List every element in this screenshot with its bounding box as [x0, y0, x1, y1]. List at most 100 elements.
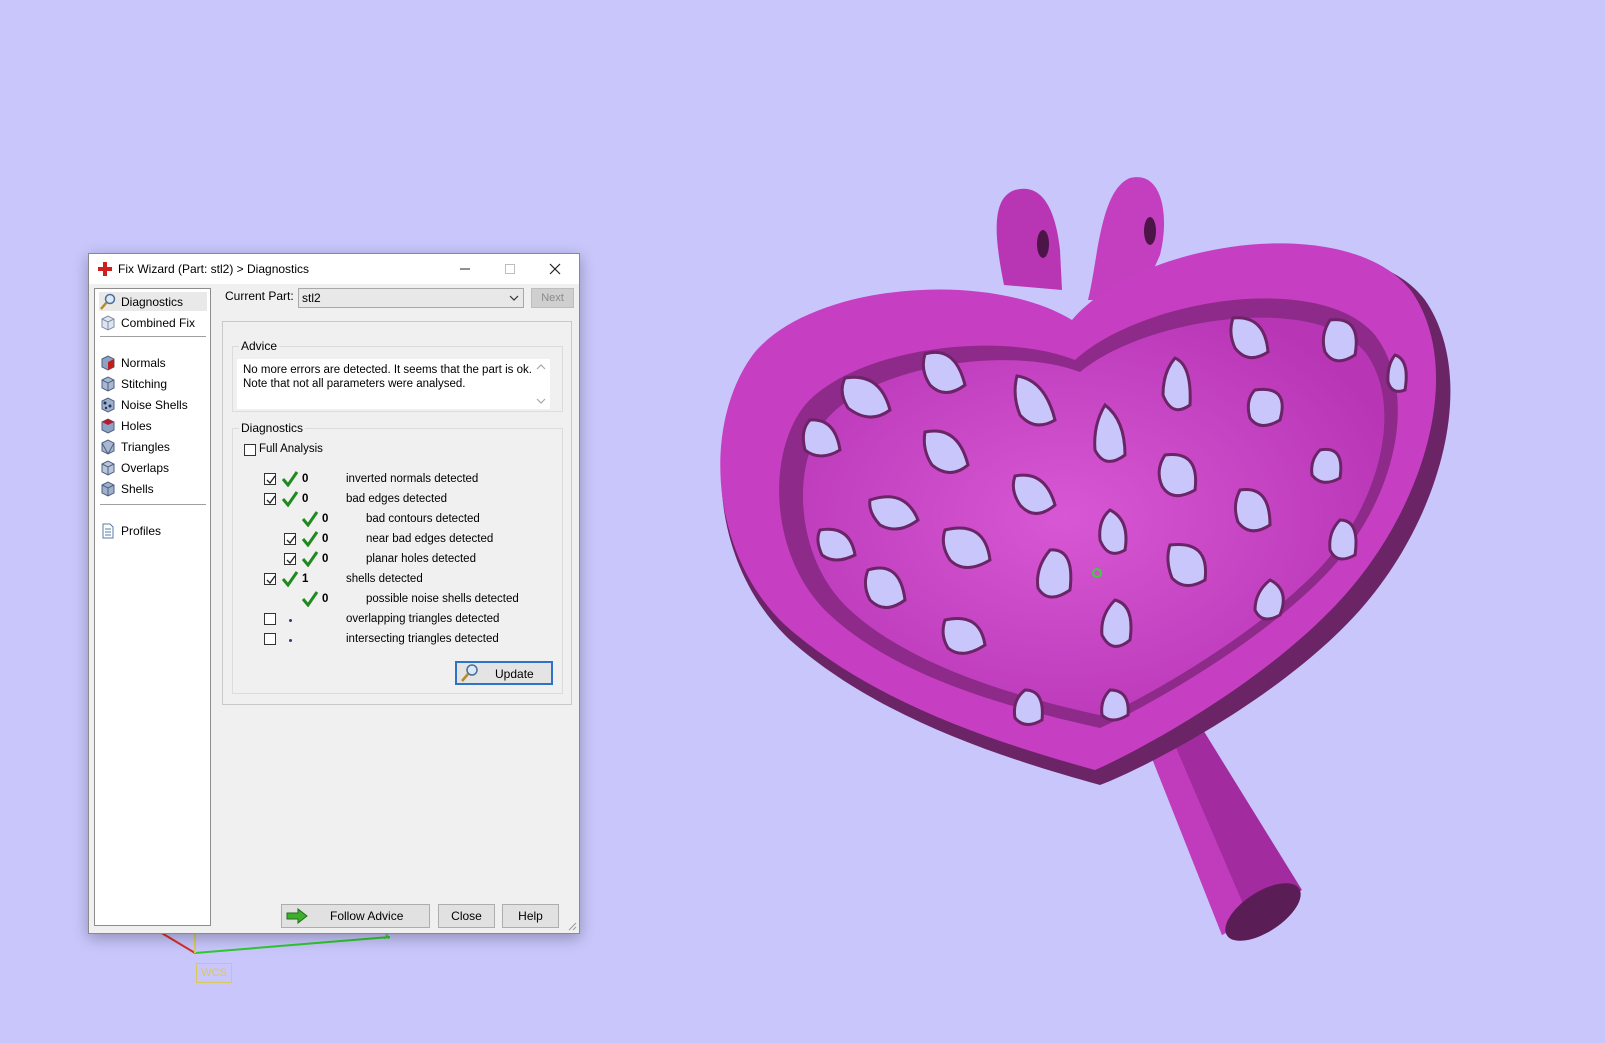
green-check-icon	[301, 591, 319, 607]
planar-holes-checkbox[interactable]	[284, 553, 296, 565]
near-bad-edges-checkbox[interactable]	[284, 533, 296, 545]
nav-label: Holes	[121, 418, 152, 433]
advice-text: No more errors are detected. It seems th…	[237, 359, 550, 409]
nav-item-diagnostics[interactable]: Diagnostics	[99, 292, 207, 311]
nav-item-noise-shells[interactable]: Noise Shells	[99, 395, 207, 414]
checkmark-icon	[266, 495, 276, 505]
nav-item-shells[interactable]: Shells	[99, 479, 207, 498]
green-check-icon	[281, 571, 299, 587]
close-window-button[interactable]	[533, 254, 578, 284]
nav-item-stitching[interactable]: Stitching	[99, 374, 207, 393]
app-cross-icon	[98, 262, 112, 276]
row-count: 0	[322, 533, 329, 545]
magnifier-icon	[461, 664, 478, 682]
nav-label: Triangles	[121, 439, 170, 454]
inverted-normals-checkbox[interactable]	[264, 473, 276, 485]
bad-edges-checkbox[interactable]	[264, 493, 276, 505]
triangles-cube-icon	[101, 438, 115, 455]
full-analysis-label: Full Analysis	[259, 443, 323, 455]
checkmark-icon	[286, 535, 296, 545]
green-check-icon	[281, 471, 299, 487]
row-count: 0	[302, 493, 309, 505]
nav-divider	[100, 504, 206, 505]
noise-shells-icon	[101, 396, 115, 413]
arrow-right-icon	[286, 908, 308, 924]
nav-item-triangles[interactable]: Triangles	[99, 437, 207, 456]
row-label: near bad edges detected	[366, 533, 494, 545]
current-part-value: stl2	[302, 291, 321, 305]
wcs-label: WCS	[196, 963, 232, 983]
follow-advice-label: Follow Advice	[330, 909, 404, 923]
next-button[interactable]: Next	[531, 288, 574, 308]
window-title: Fix Wizard (Part: stl2) > Diagnostics	[118, 262, 310, 276]
shells-cube-icon	[101, 480, 115, 497]
nav-item-combined-fix[interactable]: Combined Fix	[99, 313, 207, 332]
minimize-icon	[460, 268, 470, 270]
maximize-button[interactable]	[488, 254, 533, 284]
nav-label: Stitching	[121, 376, 168, 391]
row-count: 0	[322, 553, 329, 565]
overlapping-triangles-checkbox[interactable]	[264, 613, 276, 625]
row-label: overlapping triangles detected	[346, 613, 500, 625]
resize-grip-icon[interactable]	[567, 921, 577, 931]
current-part-label: Current Part:	[225, 289, 294, 303]
pending-dot-icon	[289, 619, 292, 622]
green-check-icon	[301, 531, 319, 547]
green-check-icon	[301, 551, 319, 567]
nav-item-overlaps[interactable]: Overlaps	[99, 458, 207, 477]
row-label: bad contours detected	[366, 513, 480, 525]
nav-label: Normals	[121, 355, 166, 370]
fix-wizard-dialog: Fix Wizard (Part: stl2) > Diagnostics Di…	[88, 253, 580, 934]
nav-label: Shells	[121, 481, 154, 496]
update-button[interactable]: Update	[455, 661, 553, 685]
nav-label: Profiles	[121, 523, 162, 538]
intersecting-triangles-checkbox[interactable]	[264, 633, 276, 645]
nav-item-normals[interactable]: Normals	[99, 353, 207, 372]
title-bar[interactable]: Fix Wizard (Part: stl2) > Diagnostics	[89, 254, 579, 284]
minimize-button[interactable]	[443, 254, 488, 284]
help-button[interactable]: Help	[502, 904, 559, 928]
advice-line-1: No more errors are detected. It seems th…	[243, 364, 532, 376]
nav-label: Diagnostics	[121, 294, 184, 309]
wizard-nav: Diagnostics Combined Fix Normals Stitchi…	[94, 288, 211, 926]
normals-cube-icon	[101, 354, 115, 371]
full-analysis-checkbox[interactable]	[244, 444, 256, 456]
row-count: 0	[302, 473, 309, 485]
row-count: 1	[302, 573, 309, 585]
checkmark-icon	[266, 475, 276, 485]
advice-group: Advice No more errors are detected. It s…	[232, 339, 563, 412]
close-button[interactable]: Close	[438, 904, 495, 928]
row-label: intersecting triangles detected	[346, 633, 499, 645]
follow-advice-button[interactable]: Follow Advice	[281, 904, 430, 928]
close-icon	[549, 263, 561, 275]
document-icon	[102, 523, 114, 538]
maximize-icon	[505, 264, 515, 274]
green-check-icon	[301, 511, 319, 527]
checkmark-icon	[266, 575, 276, 585]
advice-scrollbar[interactable]	[533, 359, 549, 409]
nav-label: Noise Shells	[121, 397, 188, 412]
checkmark-icon	[286, 555, 296, 565]
nav-label: Combined Fix	[121, 315, 196, 330]
nav-item-profiles[interactable]: Profiles	[99, 521, 207, 540]
row-label: planar holes detected	[366, 553, 476, 565]
advice-line-2: Note that not all parameters were analys…	[243, 378, 466, 390]
cube-icon	[101, 314, 115, 331]
row-label: possible noise shells detected	[366, 593, 519, 605]
advice-title: Advice	[239, 339, 280, 353]
row-label: shells detected	[346, 573, 423, 585]
holes-cube-icon	[101, 417, 115, 434]
nav-item-holes[interactable]: Holes	[99, 416, 207, 435]
current-part-select[interactable]: stl2	[298, 288, 524, 308]
overlaps-cube-icon	[101, 459, 115, 476]
magnifier-icon	[100, 293, 116, 310]
row-label: bad edges detected	[346, 493, 448, 505]
chevron-down-icon	[509, 295, 519, 301]
row-label: inverted normals detected	[346, 473, 479, 485]
nav-divider	[100, 336, 206, 337]
row-count: 0	[322, 593, 329, 605]
update-label: Update	[495, 667, 534, 681]
diagnostics-title: Diagnostics	[239, 421, 306, 435]
pending-dot-icon	[289, 639, 292, 642]
shells-checkbox[interactable]	[264, 573, 276, 585]
